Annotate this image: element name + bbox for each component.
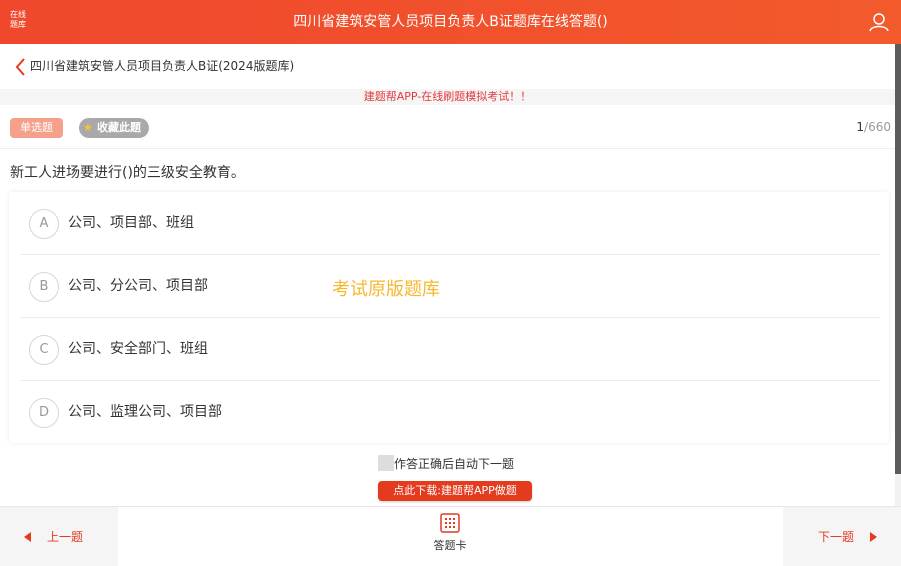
option-a[interactable]: A 公司、项目部、班组 [20,192,880,255]
option-letter: B [29,272,59,302]
prev-label: 上一题 [47,530,84,544]
option-b[interactable]: B 公司、分公司、项目部 [20,255,880,318]
option-c[interactable]: C 公司、安全部门、班组 [20,318,880,381]
option-letter: C [29,335,59,365]
header-bar: 在线 题库 四川省建筑安管人员项目负责人B证题库在线答题() [0,0,901,44]
answer-card-grid-icon [440,513,460,533]
option-label: 公司、分公司、项目部 [68,278,208,294]
next-label: 下一题 [818,530,855,544]
scrollbar-thumb[interactable] [895,44,901,474]
option-d[interactable]: D 公司、监理公司、项目部 [20,381,880,444]
download-app-button[interactable]: 点此下载:建题帮APP做题 [378,481,532,501]
option-letter: A [29,209,59,239]
answer-card-label: 答题卡 [433,539,467,552]
chevron-left-icon[interactable] [14,57,26,77]
caret-left-icon [24,532,31,542]
answer-card-button[interactable]: 答题卡 [420,513,480,561]
auto-next-checkbox[interactable] [378,455,394,471]
page: 在线 题库 四川省建筑安管人员项目负责人B证题库在线答题() 四川省建筑安管人员… [0,0,901,566]
star-icon: ★ [83,121,93,134]
next-question-button[interactable]: 下一题 [783,507,901,566]
option-label: 公司、项目部、班组 [68,215,194,231]
breadcrumb-text[interactable]: 四川省建筑安管人员项目负责人B证(2024版题库) [30,44,294,89]
favorite-label: 收藏此题 [97,121,141,134]
caret-right-icon [870,532,877,542]
question-current: 1 [856,120,865,134]
auto-next-toggle[interactable]: 作答正确后自动下一题 [378,455,514,473]
auto-next-label: 作答正确后自动下一题 [394,457,515,471]
prev-question-button[interactable]: 上一题 [0,507,118,566]
question-text: 新工人进场要进行()的三级安全教育。 [10,165,245,181]
page-title: 四川省建筑安管人员项目负责人B证题库在线答题() [293,14,608,30]
question-meta: 单选题 ★ 收藏此题 1/660 [0,105,895,149]
favorite-button[interactable]: ★ 收藏此题 [79,118,149,138]
option-label: 公司、安全部门、班组 [68,341,208,357]
question-total: /660 [864,120,891,134]
promo-banner[interactable]: 建题帮APP-在线刷题模拟考试！！ [0,89,895,105]
options-list: A 公司、项目部、班组 B 公司、分公司、项目部 C 公司、安全部门、班组 D … [9,192,889,443]
breadcrumb: 四川省建筑安管人员项目负责人B证(2024版题库) [0,44,895,89]
user-icon[interactable] [869,12,889,32]
watermark-text: 考试原版题库 [332,279,440,300]
option-label: 公司、监理公司、项目部 [68,404,222,420]
question-counter: 1/660 [856,105,891,149]
option-letter: D [29,398,59,428]
question-type-badge: 单选题 [10,118,63,138]
footer-bar: 上一题 答题卡 下一题 [0,506,901,566]
scrollbar[interactable] [895,44,901,506]
